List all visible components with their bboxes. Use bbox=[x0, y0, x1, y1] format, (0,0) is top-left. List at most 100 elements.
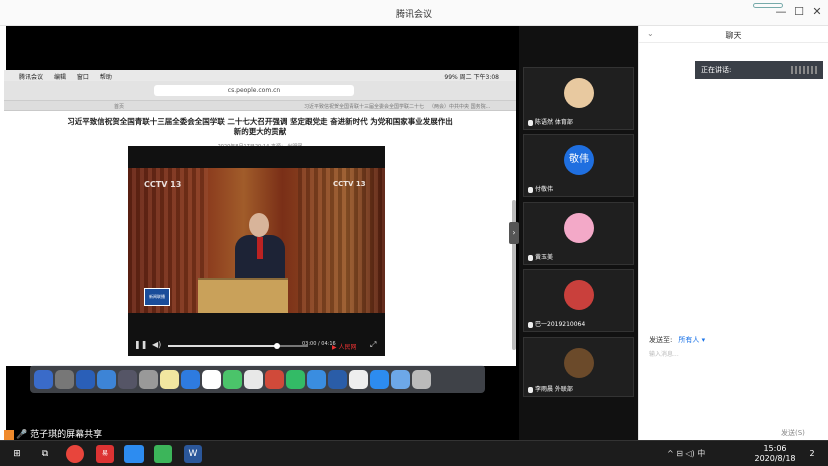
menu-edit: 编辑 bbox=[53, 74, 66, 81]
avatar bbox=[564, 348, 594, 378]
audio-wave-icon bbox=[791, 66, 817, 74]
chevron-down-icon[interactable]: ⌄ bbox=[647, 29, 654, 38]
wechat-icon bbox=[349, 369, 368, 389]
menu-app: 腾讯会议 bbox=[19, 74, 44, 81]
speaking-indicator: 正在讲话: bbox=[695, 61, 823, 79]
clock[interactable]: 15:06 2020/8/18 bbox=[752, 444, 798, 464]
browser-tab: 习近平致信祝贺全国青联十三届全委会全国学联二十七大召开 bbox=[304, 104, 424, 110]
speaking-label: 正在讲话: bbox=[701, 66, 732, 74]
network-icon bbox=[307, 369, 326, 389]
participant-list: 陈语然 体育部 敬伟 付敬伟 黄玉美 巴一2019210064 李雨晨 外联部 bbox=[519, 26, 638, 440]
pause-icon[interactable]: ❚❚ bbox=[134, 340, 147, 349]
fullscreen-icon[interactable]: ⤢ bbox=[370, 340, 376, 350]
menu-window: 窗口 bbox=[76, 74, 89, 81]
recipient-select[interactable]: 所有人 ▾ bbox=[678, 336, 705, 344]
chat-panel: ⌄ 聊天 正在讲话: 发送至: 所有人 ▾ 输入消息... 发送(S) bbox=[638, 26, 828, 440]
maximize-button[interactable]: ☐ bbox=[792, 5, 806, 18]
avatar bbox=[564, 213, 594, 243]
facetime-icon bbox=[223, 369, 242, 389]
contacts-icon bbox=[118, 369, 137, 389]
chat-input[interactable]: 输入消息... bbox=[649, 349, 679, 358]
taskbar: ⊞ ⧉ 易 W ^ ⊟ ◁) 中 15:06 2020/8/18 2 bbox=[0, 440, 828, 466]
people-logo: ▶ 人民网 bbox=[332, 344, 357, 351]
browser-toolbar: cs.people.com.cn bbox=[4, 81, 516, 101]
appstore-icon bbox=[181, 369, 200, 389]
close-button[interactable]: ✕ bbox=[810, 5, 824, 18]
mic-icon bbox=[528, 321, 533, 328]
channel-logo: CCTV 13 bbox=[144, 180, 182, 189]
minimize-button[interactable]: — bbox=[774, 5, 788, 18]
participant-tile[interactable]: 黄玉美 bbox=[523, 202, 634, 265]
speaker-figure bbox=[235, 213, 285, 285]
curtain bbox=[298, 168, 385, 313]
url-bar: cs.people.com.cn bbox=[154, 85, 354, 96]
channel-logo-right: CCTV 13 bbox=[333, 180, 366, 188]
participant-name: 黄玉美 bbox=[535, 254, 554, 261]
collapse-panel-icon[interactable]: › bbox=[509, 222, 519, 244]
window-title: 腾讯会议 bbox=[395, 10, 432, 20]
mic-icon bbox=[528, 119, 533, 126]
app-icon[interactable]: 易 bbox=[96, 445, 114, 463]
numbers-icon bbox=[286, 369, 305, 389]
mic-icon: 🎤 bbox=[16, 430, 28, 440]
participant-tile[interactable]: 巴一2019210064 bbox=[523, 269, 634, 332]
preferences-icon bbox=[139, 369, 158, 389]
browser-tab: （两会）中共中央 国务院... bbox=[429, 104, 491, 110]
player-controls: ❚❚ ◀) 03:00 / 04:16 ▶ 人民网 ⤢ bbox=[128, 336, 385, 356]
trash-icon bbox=[412, 369, 431, 389]
participant-name: 巴一2019210064 bbox=[535, 321, 586, 328]
participant-tile[interactable]: 敬伟 付敬伟 bbox=[523, 134, 634, 197]
shared-browser-window: 腾讯会议 编辑 窗口 帮助 99% 周二 下午3:08 cs.people.co… bbox=[4, 70, 516, 366]
progress-thumb[interactable] bbox=[274, 343, 281, 349]
system-tray[interactable]: ^ ⊟ ◁) 中 bbox=[667, 448, 705, 459]
chat-title: 聊天 bbox=[725, 31, 742, 40]
participant-tile[interactable]: 陈语然 体育部 bbox=[523, 67, 634, 130]
video-frame: CCTV 13 CCTV 13 新闻联播 bbox=[128, 168, 385, 313]
notification-icon[interactable]: 2 bbox=[803, 445, 821, 463]
volume-icon[interactable]: ◀) bbox=[152, 340, 161, 349]
mic-icon bbox=[528, 254, 533, 261]
progress-bar[interactable] bbox=[168, 345, 308, 347]
notes-icon bbox=[160, 369, 179, 389]
mac-status: 99% 周二 下午3:08 bbox=[444, 74, 499, 81]
avatar bbox=[564, 280, 594, 310]
photos-icon bbox=[244, 369, 263, 389]
mac-menubar: 腾讯会议 编辑 窗口 帮助 99% 周二 下午3:08 bbox=[4, 70, 516, 81]
screen-share-text: 范子琪的屏幕共享 bbox=[30, 430, 103, 440]
menu-help: 帮助 bbox=[99, 74, 112, 81]
send-to-row: 发送至: 所有人 ▾ bbox=[649, 335, 705, 345]
news-badge: 新闻联播 bbox=[144, 288, 170, 306]
wechat-icon[interactable] bbox=[154, 445, 172, 463]
word-icon[interactable]: W bbox=[184, 445, 202, 463]
avatar bbox=[564, 78, 594, 108]
screen-share-label: 🎤 范子琪的屏幕共享 bbox=[4, 427, 102, 440]
podium bbox=[198, 278, 288, 313]
calendar-icon bbox=[202, 369, 221, 389]
launchpad-icon bbox=[55, 369, 74, 389]
chat-header: ⌄ 聊天 bbox=[639, 26, 828, 43]
clock-date: 2020/8/18 bbox=[754, 454, 796, 463]
avatar: 敬伟 bbox=[564, 145, 594, 175]
windows-start-icon[interactable]: ⊞ bbox=[8, 445, 26, 463]
tencent-meeting-icon bbox=[370, 369, 389, 389]
clock-time: 15:06 bbox=[763, 444, 787, 453]
participant-name: 付敬伟 bbox=[535, 186, 554, 193]
browser-tab: 首页 bbox=[114, 104, 125, 110]
chrome-icon[interactable] bbox=[66, 445, 84, 463]
participant-tile[interactable]: 李雨晨 外联部 bbox=[523, 337, 634, 397]
mic-icon bbox=[528, 386, 533, 393]
mic-icon bbox=[528, 186, 533, 193]
safari-icon bbox=[76, 369, 95, 389]
finder-icon bbox=[34, 369, 53, 389]
send-to-label: 发送至: bbox=[649, 336, 673, 344]
video-player: CCTV 13 CCTV 13 新闻联播 ❚❚ ◀) 03:00 / 04:16… bbox=[128, 146, 385, 356]
article-headline: 习近平致信祝贺全国青联十三届全委会全国学联 二十七大召开强调 坚定跟党走 奋进新… bbox=[67, 117, 453, 136]
participant-name: 陈语然 体育部 bbox=[535, 119, 573, 126]
tencent-meeting-icon[interactable] bbox=[124, 445, 144, 463]
task-view-icon[interactable]: ⧉ bbox=[36, 445, 54, 463]
keynote-icon bbox=[265, 369, 284, 389]
word-icon bbox=[328, 369, 347, 389]
window-titlebar: 腾讯会议 — ☐ ✕ bbox=[0, 0, 828, 26]
participant-name: 李雨晨 外联部 bbox=[535, 386, 573, 393]
send-button[interactable]: 发送(S) bbox=[781, 428, 805, 438]
